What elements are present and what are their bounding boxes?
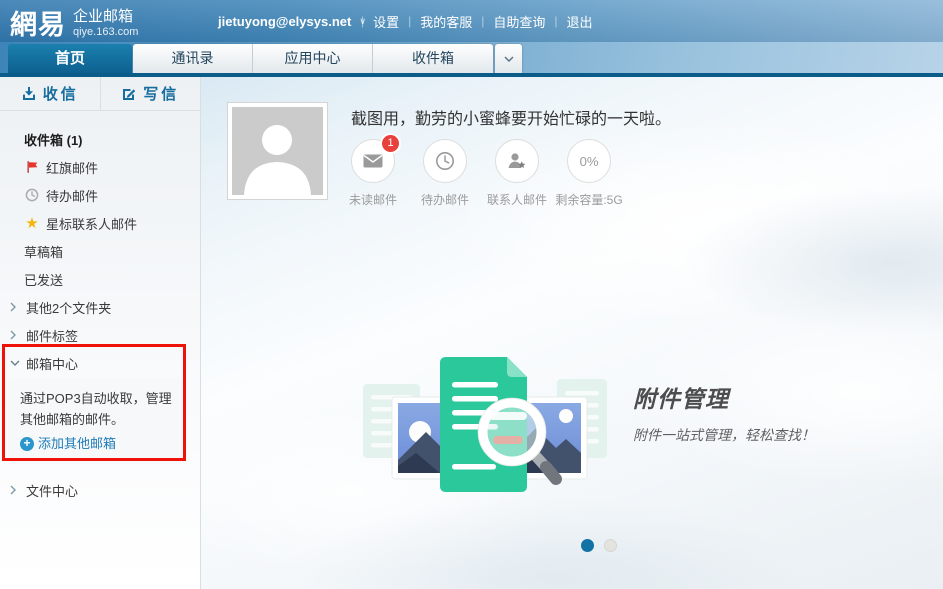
product-name: 企业邮箱: [73, 9, 138, 26]
account-email: jietuyong@elysys.net: [218, 14, 351, 29]
tab-inbox[interactable]: 收件箱: [373, 44, 493, 73]
folder-starred-contacts[interactable]: ★ 星标联系人邮件: [0, 209, 200, 237]
mail-icon: [363, 154, 383, 168]
tab-contacts[interactable]: 通讯录: [133, 44, 253, 73]
folder-list: 收件箱 (1) 红旗邮件 待办邮件: [0, 111, 200, 504]
webmail-app: 網易 企业邮箱 qiye.163.com jietuyong@elysys.ne…: [0, 0, 943, 589]
folder-drafts[interactable]: 草稿箱: [0, 237, 200, 265]
tab-home[interactable]: 首页: [8, 44, 132, 73]
attachment-illustration-graphic: [356, 352, 611, 497]
folder-label: 已发送: [24, 270, 63, 289]
top-nav: | 设置 | 我的客服 | 自助查询 | 退出: [352, 0, 593, 42]
main-content: 截图用，勤劳的小蜜蜂要开始忙碌的一天啦。 1 未读邮件: [201, 77, 943, 589]
folder-label: 待办邮件: [46, 186, 98, 205]
chevron-right-icon: [10, 302, 20, 312]
sidebar: 收信 写信 收件箱 (1) 红旗邮: [0, 77, 201, 589]
folder-label: 邮件标签: [26, 326, 78, 345]
customer-service-link[interactable]: 我的客服: [420, 12, 472, 31]
mail-center-title: 邮箱中心: [26, 354, 78, 373]
stat-label: 未读邮件: [349, 191, 397, 208]
folder-other-folders[interactable]: 其他2个文件夹: [0, 293, 200, 321]
pop3-desc-line2: 其他邮箱的邮件。: [20, 409, 176, 430]
tab-group: 通讯录 应用中心 收件箱: [133, 44, 493, 73]
greeting-text: 截图用，勤劳的小蜜蜂要开始忙碌的一天啦。: [351, 105, 671, 129]
compose-pencil-icon: [121, 86, 137, 102]
clock-icon: [435, 151, 455, 171]
file-center-section[interactable]: 文件中心: [0, 476, 200, 504]
compose-mail-label: 写信: [143, 83, 179, 104]
folder-label: 草稿箱: [24, 242, 63, 261]
person-silhouette-icon: [232, 107, 323, 195]
divider: |: [361, 14, 364, 28]
stat-label: 待办邮件: [421, 191, 469, 208]
tab-dropdown-toggle[interactable]: [495, 44, 522, 73]
add-other-mailbox-link[interactable]: + 添加其他邮箱: [20, 433, 176, 454]
capacity-percent: 0%: [580, 154, 599, 169]
banner-subtitle: 附件一站式管理，轻松查找！: [633, 425, 815, 445]
banner-title: 附件管理: [633, 380, 815, 414]
cloud-decoration: [681, 187, 943, 337]
folder-label: 星标联系人邮件: [46, 214, 137, 233]
stat-label: 剩余容量:5G: [555, 191, 622, 208]
stat-todo-mail[interactable]: 待办邮件: [409, 139, 481, 208]
star-icon: ★: [24, 216, 40, 231]
mail-center-section[interactable]: 邮箱中心: [0, 349, 200, 377]
top-bar: 網易 企业邮箱 qiye.163.com jietuyong@elysys.ne…: [0, 0, 943, 42]
divider: |: [408, 14, 411, 28]
folder-label: 收件箱 (1): [24, 130, 83, 149]
netease-logo: 網易 企业邮箱 qiye.163.com: [10, 3, 138, 42]
receive-mail-label: 收信: [43, 83, 79, 104]
folder-todo[interactable]: 待办邮件: [0, 181, 200, 209]
chevron-right-icon: [10, 485, 20, 495]
stat-contact-mail[interactable]: 联系人邮件: [481, 139, 553, 208]
carousel-dot-2[interactable]: [604, 539, 617, 552]
carousel-dots: [581, 539, 617, 552]
account-menu[interactable]: jietuyong@elysys.net ∨: [218, 0, 366, 42]
file-center-label: 文件中心: [26, 481, 78, 500]
tab-app-center[interactable]: 应用中心: [253, 44, 373, 73]
brand-text: 網易: [10, 3, 66, 42]
inbox-download-icon: [21, 86, 37, 102]
clock-icon: [24, 188, 40, 202]
divider: |: [481, 14, 484, 28]
folder-sent[interactable]: 已发送: [0, 265, 200, 293]
stats-row: 1 未读邮件 待办邮件: [337, 139, 625, 208]
divider: |: [554, 14, 557, 28]
folder-red-flag[interactable]: 红旗邮件: [0, 153, 200, 181]
chevron-right-icon: [10, 330, 20, 340]
stat-unread-mail[interactable]: 1 未读邮件: [337, 139, 409, 208]
compose-mail-button[interactable]: 写信: [101, 77, 201, 110]
mail-center-panel: 通过POP3自动收取，管理 其他邮箱的邮件。 + 添加其他邮箱: [8, 379, 186, 464]
chevron-down-icon: [10, 360, 20, 366]
red-flag-icon: [24, 160, 40, 174]
folder-label: 红旗邮件: [46, 158, 98, 177]
receive-mail-button[interactable]: 收信: [0, 77, 101, 110]
cloud-decoration: [291, 497, 811, 589]
carousel-dot-1[interactable]: [581, 539, 594, 552]
tab-bar: 首页 通讯录 应用中心 收件箱: [0, 42, 943, 73]
unread-badge: 1: [382, 135, 399, 152]
self-query-link[interactable]: 自助查询: [493, 12, 545, 31]
pop3-desc-line1: 通过POP3自动收取，管理: [20, 388, 176, 409]
plus-circle-icon: +: [20, 437, 34, 451]
folder-mail-tags[interactable]: 邮件标签: [0, 321, 200, 349]
contact-star-icon: [507, 152, 527, 170]
chevron-down-icon: [504, 56, 514, 62]
stat-label: 联系人邮件: [487, 191, 547, 208]
attachment-banner-illustration[interactable]: [356, 352, 611, 502]
stat-remaining-capacity[interactable]: 0% 剩余容量:5G: [553, 139, 625, 208]
logout-link[interactable]: 退出: [567, 12, 593, 31]
folder-inbox[interactable]: 收件箱 (1): [0, 125, 200, 153]
product-domain: qiye.163.com: [73, 26, 138, 38]
add-other-mailbox-label: 添加其他邮箱: [38, 433, 116, 454]
avatar[interactable]: [228, 103, 327, 199]
folder-label: 其他2个文件夹: [26, 298, 111, 317]
attachment-banner-text: 附件管理 附件一站式管理，轻松查找！: [633, 380, 815, 445]
settings-link[interactable]: 设置: [373, 12, 399, 31]
